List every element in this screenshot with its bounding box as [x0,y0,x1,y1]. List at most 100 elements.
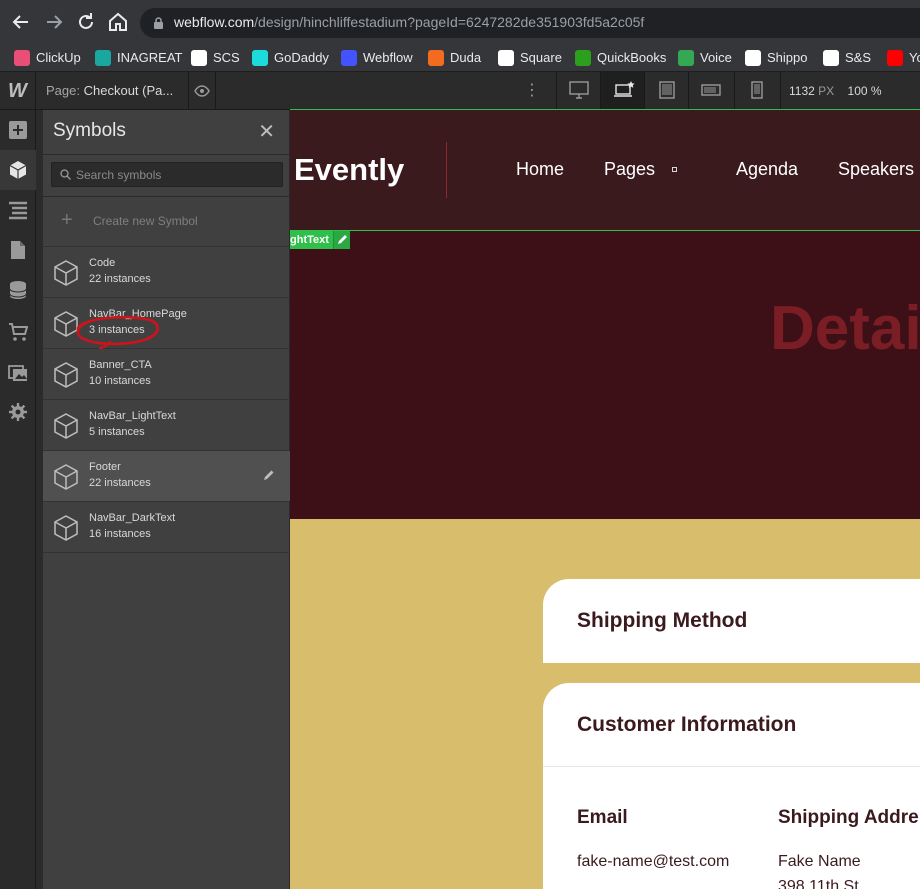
left-toolbar [0,110,36,889]
bookmark-item[interactable]: GoDaddy [252,48,329,68]
nav-link-speakers[interactable]: Speakers [838,159,914,180]
bookmark-item[interactable]: S&S [823,48,871,68]
bookmark-label: INAGREAT [117,50,183,65]
create-symbol-button[interactable]: + Create new Symbol [43,197,291,247]
ecommerce-cart-icon[interactable] [0,312,36,352]
bookmark-item[interactable]: Yo [887,48,920,68]
shipping-method-title: Shipping Method [577,609,748,632]
edit-pencil-icon[interactable] [263,469,275,481]
nav-link-home[interactable]: Home [516,159,564,180]
webflow-logo[interactable]: W [0,72,36,110]
designer-top-bar: W Page: Checkout (Pa... ⋮ 1132 PX 100 % [0,72,920,110]
pages-icon[interactable] [0,230,36,270]
bookmark-label: ClickUp [36,50,81,65]
desktop-breakpoint-icon[interactable] [556,72,600,110]
bookmark-favicon-icon [823,50,839,66]
bookmark-favicon-icon [575,50,591,66]
create-symbol-label: Create new Symbol [93,214,198,228]
search-field[interactable] [51,162,283,187]
close-icon[interactable]: ✕ [258,122,275,142]
canvas-width: 1132 [789,84,815,98]
symbol-item[interactable]: NavBar_DarkText 16 instances [43,502,291,553]
bookmark-item[interactable]: SCS [191,48,240,68]
email-label: Email [577,807,628,828]
symbol-instance-count: 3 instances [89,324,145,336]
divider [543,766,920,767]
bookmark-item[interactable]: ClickUp [14,48,81,68]
add-panel-icon[interactable] [0,110,36,150]
mobile-portrait-breakpoint-icon[interactable] [734,72,778,110]
symbol-instance-count: 16 instances [89,528,151,540]
more-options-icon[interactable]: ⋮ [520,72,544,110]
address-bar[interactable]: webflow.com/design/hinchliffestadium?pag… [140,8,920,38]
edit-symbol-icon[interactable] [332,231,350,249]
email-value: fake-name@test.com [577,853,730,870]
lock-icon [154,17,163,29]
zoom-level: 100 % [847,84,882,98]
cms-icon[interactable] [0,270,36,310]
cube-icon [54,515,78,541]
bookmark-item[interactable]: Voice [678,48,732,68]
url-text: webflow.com/design/hinchliffestadium?pag… [174,14,645,30]
page-prefix: Page: [46,83,80,98]
bookmark-favicon-icon [428,50,444,66]
bookmark-item[interactable]: Duda [428,48,481,68]
symbol-name: NavBar_LightText [89,410,176,422]
bookmark-item[interactable]: QuickBooks [575,48,666,68]
tablet-breakpoint-icon[interactable] [644,72,688,110]
cube-icon [54,362,78,388]
symbol-name: Code [89,257,116,269]
hero-section[interactable]: Detai [290,231,920,519]
assets-icon[interactable] [0,352,36,392]
settings-gear-icon[interactable] [0,392,36,432]
symbol-item[interactable]: Banner_CTA 10 instances [43,349,291,400]
symbol-item[interactable]: NavBar_HomePage 3 instances [43,298,291,349]
bookmark-favicon-icon [14,50,30,66]
laptop-base-breakpoint-icon[interactable] [600,72,644,110]
cube-icon [54,260,78,286]
back-arrow-icon[interactable] [9,10,33,34]
search-icon [60,169,71,180]
bookmarks-bar: ClickUp INAGREAT SCS GoDaddy Webflow Duda Squa… [0,44,920,72]
nav-link-pages[interactable]: Pages [604,159,655,180]
symbol-item[interactable]: NavBar_LightText 5 instances [43,400,291,451]
symbol-item[interactable]: Code 22 instances [43,247,291,298]
cube-icon [54,311,78,337]
navigator-icon[interactable] [0,190,36,230]
shipping-method-card: Shipping Method [543,579,920,663]
symbol-item[interactable]: Footer 22 instances [43,451,291,502]
reload-icon[interactable] [74,10,98,34]
site-brand[interactable]: Evently [294,152,404,188]
preview-eye-icon[interactable] [188,72,216,110]
dropdown-indicator-icon [672,167,677,172]
bookmark-item[interactable]: Square [498,48,562,68]
selected-symbol-tag[interactable]: ghtText [290,231,350,249]
page-name: Checkout (Pa... [83,83,174,98]
design-canvas[interactable]: Evently Home Pages Agenda Speakers Detai… [290,110,920,889]
mobile-landscape-breakpoint-icon[interactable] [688,72,732,110]
bookmark-label: Shippo [767,50,808,65]
symbols-panel-icon[interactable] [0,150,36,190]
bookmark-item[interactable]: Webflow [341,48,413,68]
cube-icon [54,413,78,439]
site-navbar[interactable]: Evently Home Pages Agenda Speakers [290,110,920,230]
customer-info-card: Customer Information Email fake-name@tes… [543,683,920,889]
bookmark-label: QuickBooks [597,50,667,65]
bookmark-item[interactable]: Shippo [745,48,807,68]
bookmark-item[interactable]: INAGREAT [95,48,183,68]
symbol-instance-count: 5 instances [89,426,145,438]
bookmark-label: SCS [213,50,240,65]
symbol-name: Footer [89,461,121,473]
canvas-size-readout: 1132 PX 100 % [780,72,890,110]
search-input[interactable] [76,165,276,184]
nav-link-agenda[interactable]: Agenda [736,159,798,180]
page-selector[interactable]: Page: Checkout (Pa... [36,72,188,110]
forward-arrow-icon[interactable] [42,10,66,34]
bookmark-label: Duda [450,50,482,65]
symbol-instance-count: 22 instances [89,273,151,285]
bookmark-favicon-icon [191,50,207,66]
home-icon[interactable] [106,10,130,34]
bookmark-label: Webflow [363,50,413,65]
browser-toolbar: webflow.com/design/hinchliffestadium?pag… [0,0,920,44]
bookmark-label: GoDaddy [274,50,329,65]
